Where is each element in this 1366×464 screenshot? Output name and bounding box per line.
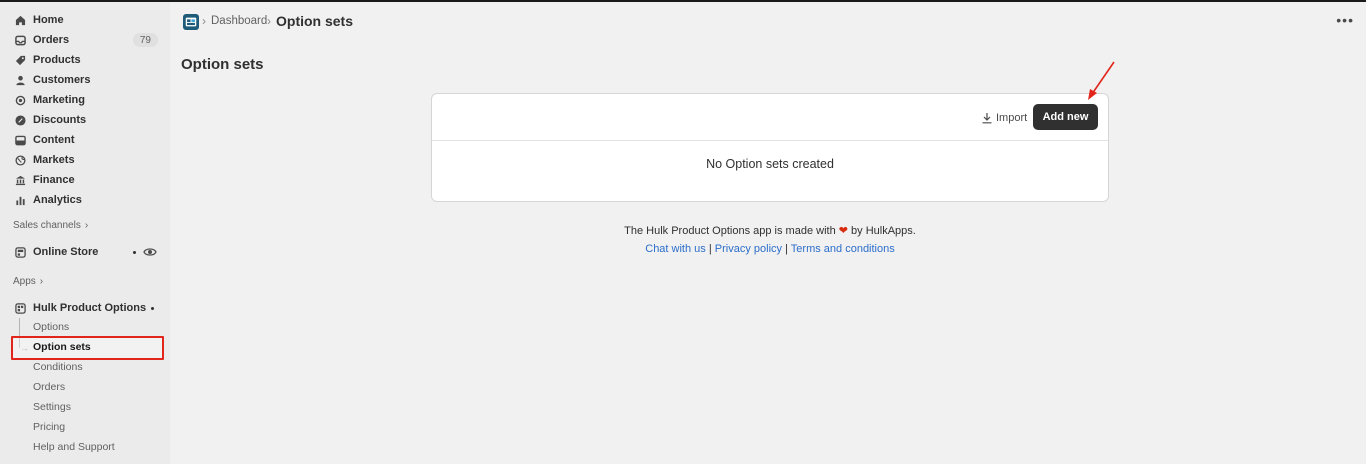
app-icon xyxy=(10,298,30,318)
bank-icon xyxy=(10,170,30,190)
globe-icon xyxy=(10,150,30,170)
sidebar-subitem-conditions[interactable]: Conditions xyxy=(33,358,83,376)
sidebar-item-label: Markets xyxy=(33,154,75,166)
sales-channels-header[interactable]: Sales channels › xyxy=(13,220,88,231)
add-new-button[interactable]: Add new xyxy=(1033,104,1098,130)
apps-label: Apps xyxy=(13,276,36,287)
sidebar-item-label: Marketing xyxy=(33,94,85,106)
sidebar-subitem-option-sets[interactable]: Option sets xyxy=(33,338,91,356)
more-actions-icon[interactable]: ••• xyxy=(1336,12,1354,28)
empty-state-text: No Option sets created xyxy=(706,157,834,171)
home-icon xyxy=(10,10,30,30)
sales-channels-label: Sales channels xyxy=(13,220,81,231)
page-title: Option sets xyxy=(181,56,264,73)
breadcrumb-current: Option sets xyxy=(276,13,354,29)
chart-icon xyxy=(10,190,30,210)
sidebar-item-label: Orders xyxy=(33,34,70,46)
sidebar-subitem-orders[interactable]: Orders xyxy=(33,378,65,396)
annotation-arrow-icon xyxy=(1088,61,1115,100)
footer-links: Chat with us | Privacy policy | Terms an… xyxy=(431,243,1109,255)
inbox-icon xyxy=(10,30,30,50)
sidebar-item-products[interactable]: Products xyxy=(10,50,162,70)
option-sets-card: Import Add new No Option sets created xyxy=(431,93,1109,202)
sidebar-subitem-settings[interactable]: Settings xyxy=(33,398,71,416)
sidebar-item-label: Finance xyxy=(33,174,75,186)
app-logo-icon[interactable] xyxy=(183,14,199,30)
sidebar-subitem-pricing[interactable]: Pricing xyxy=(33,418,65,436)
footer-text-after: by HulkApps. xyxy=(851,225,916,237)
footer-credit: The Hulk Product Options app is made wit… xyxy=(431,224,1109,237)
chat-with-us-link[interactable]: Chat with us xyxy=(645,243,706,255)
store-icon xyxy=(10,242,30,262)
sidebar-item-orders[interactable]: Orders 79 xyxy=(10,30,162,50)
import-button[interactable]: Import xyxy=(981,109,1027,127)
status-dot xyxy=(133,251,136,254)
sidebar-item-label: Online Store xyxy=(33,246,99,258)
card-divider xyxy=(432,140,1108,141)
import-label: Import xyxy=(996,112,1028,124)
status-dot xyxy=(151,307,154,310)
sidebar-item-hulk-product-options[interactable]: Hulk Product Options xyxy=(10,298,162,318)
breadcrumb-separator-icon: › xyxy=(202,14,206,28)
heart-icon: ❤ xyxy=(838,225,848,237)
chevron-right-icon: › xyxy=(84,220,89,231)
sidebar-item-markets[interactable]: Markets xyxy=(10,150,162,170)
breadcrumb-separator-icon: › xyxy=(267,14,271,28)
sidebar-item-online-store[interactable]: Online Store xyxy=(10,242,162,262)
sidebar: Home Orders 79 Products Customers Market… xyxy=(0,2,170,464)
sidebar-item-label: Analytics xyxy=(33,194,82,206)
sidebar-subitem-options[interactable]: Options xyxy=(33,318,69,336)
link-separator: | xyxy=(708,243,712,255)
sidebar-item-label: Content xyxy=(33,134,75,146)
sidebar-item-label: Home xyxy=(33,14,64,26)
tag-icon xyxy=(10,50,30,70)
sidebar-item-home[interactable]: Home xyxy=(10,10,162,30)
orders-count-badge: 79 xyxy=(132,33,158,47)
top-border xyxy=(0,0,1366,2)
chevron-right-icon: › xyxy=(39,276,44,287)
sidebar-item-discounts[interactable]: Discounts xyxy=(10,110,162,130)
sidebar-item-analytics[interactable]: Analytics xyxy=(10,190,162,210)
target-icon xyxy=(10,90,30,110)
link-separator: | xyxy=(785,243,788,255)
sidebar-item-label: Customers xyxy=(33,74,91,86)
apps-header[interactable]: Apps › xyxy=(13,276,43,287)
sidebar-item-customers[interactable]: Customers xyxy=(10,70,162,90)
breadcrumb-dashboard-link[interactable]: Dashboard xyxy=(211,15,267,27)
discount-icon xyxy=(10,110,30,130)
sidebar-item-label: Hulk Product Options xyxy=(33,302,147,314)
privacy-policy-link[interactable]: Privacy policy xyxy=(715,243,782,255)
person-icon xyxy=(10,70,30,90)
content-icon xyxy=(10,130,30,150)
sidebar-item-marketing[interactable]: Marketing xyxy=(10,90,162,110)
eye-icon[interactable] xyxy=(143,245,157,259)
sidebar-item-content[interactable]: Content xyxy=(10,130,162,150)
sidebar-subitem-help-and-support[interactable]: Help and Support xyxy=(33,438,115,456)
download-icon xyxy=(982,113,992,124)
terms-and-conditions-link[interactable]: Terms and conditions xyxy=(791,243,895,255)
footer-text-before: The Hulk Product Options app is made wit… xyxy=(624,225,836,237)
sidebar-item-label: Discounts xyxy=(33,114,87,126)
sidebar-item-label: Products xyxy=(33,54,81,66)
sidebar-item-finance[interactable]: Finance xyxy=(10,170,162,190)
